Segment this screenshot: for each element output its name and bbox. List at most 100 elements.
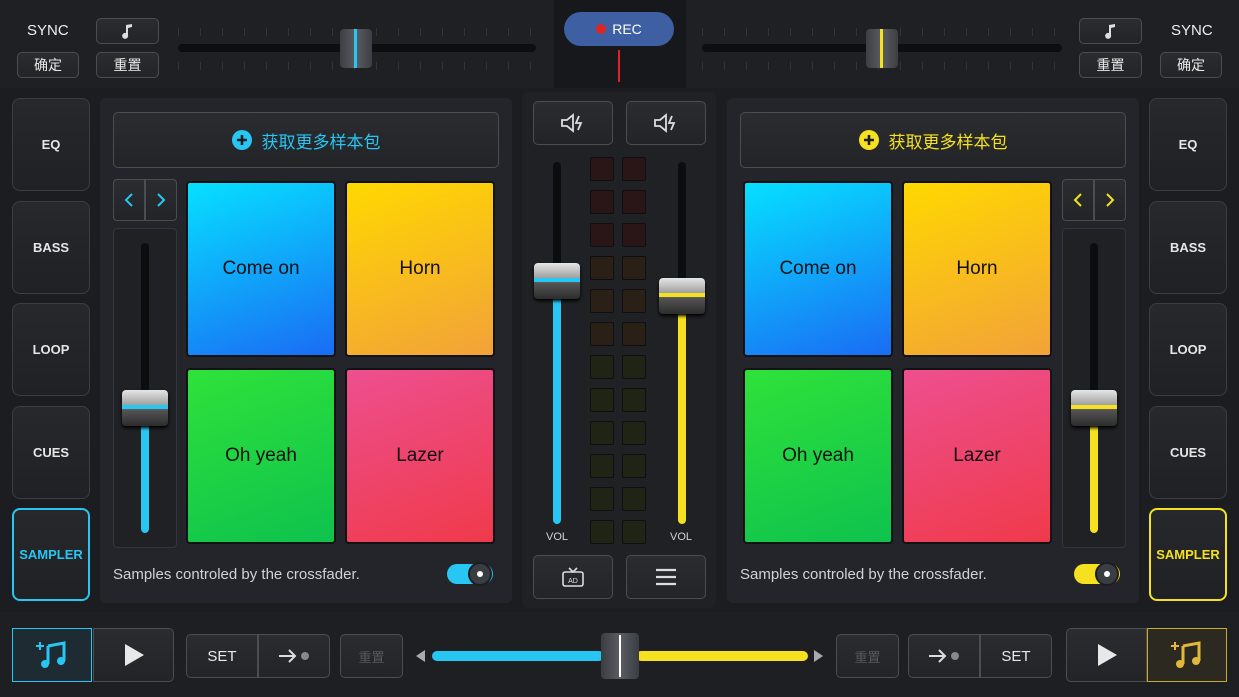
ad-tv-button[interactable]: AD [533, 555, 613, 599]
left-jump-button[interactable] [258, 634, 330, 678]
right-get-more-label: 获取更多样本包 [888, 132, 1008, 152]
speaker-icon [654, 113, 676, 133]
rec-label: REC [612, 21, 642, 37]
menu-button[interactable] [626, 555, 706, 599]
play-icon [124, 644, 144, 666]
arrow-to-point-icon [929, 649, 959, 663]
left-crossfader-toggle[interactable] [447, 562, 493, 586]
right-tab-sampler[interactable]: SAMPLER [1149, 508, 1227, 601]
music-note-icon [121, 24, 132, 39]
left-music-note-button[interactable] [96, 18, 159, 44]
left-pad-come-on[interactable]: Come on [186, 181, 336, 357]
right-reset-button[interactable]: 重置 [1079, 52, 1142, 78]
level-meter-cell [622, 520, 646, 544]
level-meter-cell [590, 487, 614, 511]
level-meter-cell [622, 421, 646, 445]
crossfader-right-arrow [814, 650, 823, 662]
left-play-button[interactable] [93, 628, 174, 682]
right-mute-button[interactable] [626, 101, 706, 145]
right-play-button[interactable] [1066, 628, 1147, 682]
tv-ad-icon: AD [562, 567, 584, 587]
left-reset-button[interactable]: 重置 [96, 52, 159, 78]
right-sample-slider-fill [1090, 408, 1098, 533]
left-pitch-knob[interactable] [340, 29, 372, 68]
level-meter-cell [590, 289, 614, 313]
play-icon [1097, 644, 1117, 666]
right-prev-button[interactable] [1062, 179, 1094, 221]
right-pad-come-on[interactable]: Come on [743, 181, 893, 357]
level-meter-cell [590, 322, 614, 346]
level-meter-cell [622, 454, 646, 478]
left-next-button[interactable] [145, 179, 177, 221]
level-meter-cell [622, 355, 646, 379]
right-sample-slider-knob[interactable] [1071, 390, 1117, 427]
right-next-button[interactable] [1094, 179, 1126, 221]
right-crossfader-note: Samples controled by the crossfader. [740, 566, 987, 583]
right-load-track-button[interactable] [1147, 628, 1227, 682]
right-tab-bass[interactable]: BASS [1149, 201, 1227, 294]
right-volume-knob[interactable] [659, 277, 705, 314]
add-music-icon [36, 641, 66, 668]
right-bottom-reset-button[interactable]: 重置 [836, 634, 899, 678]
chevron-right-icon [157, 193, 166, 207]
left-tab-cues[interactable]: CUES [12, 406, 90, 499]
right-pitch-knob[interactable] [866, 29, 898, 68]
plus-circle-icon [231, 130, 252, 150]
left-pad-horn[interactable]: Horn [345, 181, 495, 357]
left-load-track-button[interactable] [12, 628, 92, 682]
left-bottom-reset-button[interactable]: 重置 [340, 634, 403, 678]
left-prev-button[interactable] [113, 179, 145, 221]
music-note-icon [1104, 24, 1115, 39]
right-tab-eq[interactable]: EQ [1149, 98, 1227, 191]
chevron-left-icon [124, 193, 133, 207]
left-sample-slider-knob[interactable] [122, 390, 168, 427]
crossfader-knob[interactable] [601, 633, 639, 679]
right-tab-cues[interactable]: CUES [1149, 406, 1227, 499]
rec-button[interactable]: REC [564, 12, 674, 46]
level-meter-cell [622, 322, 646, 346]
plus-circle-icon [858, 130, 879, 150]
left-tab-bass[interactable]: BASS [12, 201, 90, 294]
right-pad-lazer[interactable]: Lazer [902, 368, 1052, 544]
level-meter-cell [590, 223, 614, 247]
left-pad-lazer[interactable]: Lazer [345, 368, 495, 544]
left-get-more-samples-button[interactable]: 获取更多样本包 [113, 112, 499, 168]
left-tab-sampler[interactable]: SAMPLER [12, 508, 90, 601]
level-meter-cell [622, 190, 646, 214]
svg-text:AD: AD [568, 578, 578, 585]
level-meter [590, 157, 650, 547]
level-meter-cell [590, 520, 614, 544]
level-meter-cell [590, 355, 614, 379]
right-pad-horn[interactable]: Horn [902, 181, 1052, 357]
left-crossfader-note: Samples controled by the crossfader. [113, 566, 360, 583]
right-confirm-button[interactable]: 确定 [1160, 52, 1222, 78]
arrow-to-point-icon [279, 649, 309, 663]
chevron-right-icon [1106, 193, 1115, 207]
crossfader-left-arrow [416, 650, 425, 662]
right-music-note-button[interactable] [1079, 18, 1142, 44]
right-jump-button[interactable] [908, 634, 980, 678]
left-tab-loop[interactable]: LOOP [12, 303, 90, 396]
level-meter-cell [590, 256, 614, 280]
record-dot-icon [596, 24, 607, 34]
level-meter-cell [590, 421, 614, 445]
left-set-button[interactable]: SET [186, 634, 258, 678]
crossfader-right-fill [636, 651, 808, 661]
right-crossfader-toggle[interactable] [1074, 562, 1120, 586]
level-meter-cell [590, 454, 614, 478]
speaker-icon [561, 113, 583, 133]
left-tab-eq[interactable]: EQ [12, 98, 90, 191]
right-get-more-samples-button[interactable]: 获取更多样本包 [740, 112, 1126, 168]
left-sync-label: SYNC [27, 22, 69, 39]
right-pad-oh-yeah[interactable]: Oh yeah [743, 368, 893, 544]
left-confirm-button[interactable]: 确定 [17, 52, 79, 78]
level-meter-cell [622, 388, 646, 412]
right-volume-label: VOL [670, 531, 693, 543]
right-tab-loop[interactable]: LOOP [1149, 303, 1227, 396]
left-mute-button[interactable] [533, 101, 613, 145]
left-pad-oh-yeah[interactable]: Oh yeah [186, 368, 336, 544]
hamburger-menu-icon [656, 568, 676, 586]
chevron-left-icon [1073, 193, 1082, 207]
right-set-button[interactable]: SET [980, 634, 1052, 678]
left-volume-knob[interactable] [534, 263, 580, 300]
